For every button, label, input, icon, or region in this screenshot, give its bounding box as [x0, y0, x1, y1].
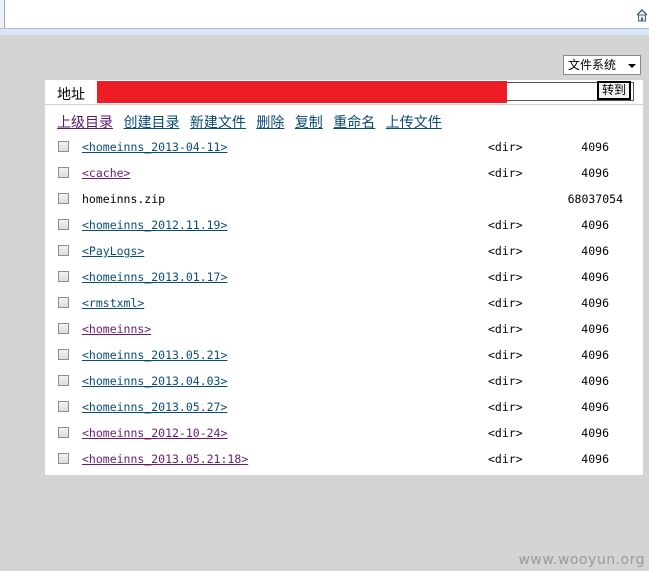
table-row: <homeinns_2013.05.21:18> <dir> 4096 — [45, 449, 643, 469]
filesystem-select-value: 文件系统 — [568, 58, 617, 72]
folder-link[interactable]: <homeinns_2013-04-11> — [82, 140, 227, 154]
table-row: <homeinns_2013.01.17> <dir> 4096 — [45, 267, 643, 287]
action-links: 上级目录 创建目录 新建文件 删除 复制 重命名 上传文件 — [57, 112, 448, 132]
file-size: 4096 — [581, 452, 609, 466]
row-checkbox[interactable] — [58, 401, 69, 412]
file-type: <dir> — [488, 270, 523, 284]
folder-link[interactable]: <homeinns_2012.11.19> — [82, 218, 227, 232]
row-checkbox[interactable] — [58, 453, 69, 464]
file-size: 4096 — [581, 348, 609, 362]
file-type: <dir> — [488, 374, 523, 388]
row-checkbox[interactable] — [58, 271, 69, 282]
folder-link[interactable]: <rmstxml> — [82, 296, 144, 310]
browser-tab-edge[interactable] — [0, 0, 5, 28]
rename-link[interactable]: 重命名 — [333, 115, 375, 131]
file-size: 4096 — [581, 400, 609, 414]
browser-toolbar — [0, 0, 649, 35]
file-type: <dir> — [488, 140, 523, 154]
table-row: <homeinns_2013.05.27> <dir> 4096 — [45, 397, 643, 417]
table-row: <homeinns_2013.04.03> <dir> 4096 — [45, 371, 643, 391]
table-row: <homeinns_2012-10-24> <dir> 4096 — [45, 423, 643, 443]
delete-link[interactable]: 删除 — [256, 115, 284, 131]
row-checkbox[interactable] — [58, 375, 69, 386]
row-checkbox[interactable] — [58, 297, 69, 308]
file-type: <dir> — [488, 348, 523, 362]
row-checkbox[interactable] — [58, 141, 69, 152]
go-button[interactable]: 转到 — [597, 81, 631, 100]
file-size: 4096 — [581, 244, 609, 258]
file-type: <dir> — [488, 166, 523, 180]
file-type: <dir> — [488, 452, 523, 466]
folder-link[interactable]: <cache> — [82, 166, 130, 180]
table-row: <cache> <dir> 4096 — [45, 163, 643, 183]
file-type: <dir> — [488, 322, 523, 336]
table-row: <rmstxml> <dir> 4096 — [45, 293, 643, 313]
table-row: <homeinns_2013.05.21> <dir> 4096 — [45, 345, 643, 365]
redaction-block — [97, 81, 507, 103]
parent-directory-link[interactable]: 上级目录 — [57, 115, 113, 131]
new-file-link[interactable]: 新建文件 — [190, 115, 246, 131]
address-bar: 地址 转到 — [45, 80, 643, 105]
folder-link[interactable]: <homeinns_2012-10-24> — [82, 426, 227, 440]
table-row: <homeinns_2013-04-11> <dir> 4096 — [45, 137, 643, 157]
file-size: 4096 — [581, 166, 609, 180]
table-row: <PayLogs> <dir> 4096 — [45, 241, 643, 261]
upload-file-link[interactable]: 上传文件 — [386, 115, 442, 131]
file-name: homeinns.zip — [82, 192, 166, 206]
folder-link[interactable]: <homeinns_2013.05.21> — [82, 348, 227, 362]
file-size: 4096 — [581, 140, 609, 154]
folder-link[interactable]: <homeinns_2013.04.03> — [82, 374, 227, 388]
folder-link[interactable]: <homeinns_2013.05.27> — [82, 400, 227, 414]
row-checkbox[interactable] — [58, 323, 69, 334]
file-type: <dir> — [488, 218, 523, 232]
row-checkbox[interactable] — [58, 427, 69, 438]
file-size: 4096 — [581, 218, 609, 232]
table-row: <homeinns_2012.11.19> <dir> 4096 — [45, 215, 643, 235]
file-type: <dir> — [488, 296, 523, 310]
folder-link[interactable]: <homeinns> — [82, 322, 151, 336]
row-checkbox[interactable] — [58, 167, 69, 178]
file-size: 4096 — [581, 374, 609, 388]
chevron-down-icon — [628, 64, 636, 68]
file-manager-panel: 地址 转到 上级目录 创建目录 新建文件 删除 复制 重命名 上传文件 <hom… — [45, 80, 643, 475]
copy-link[interactable]: 复制 — [295, 115, 323, 131]
folder-link[interactable]: <homeinns_2013.05.21:18> — [82, 452, 248, 466]
filesystem-select[interactable]: 文件系统 — [563, 55, 641, 75]
row-checkbox[interactable] — [58, 193, 69, 204]
row-checkbox[interactable] — [58, 245, 69, 256]
home-icon[interactable] — [636, 8, 648, 22]
file-size: 4096 — [581, 270, 609, 284]
file-type: <dir> — [488, 400, 523, 414]
create-directory-link[interactable]: 创建目录 — [123, 115, 179, 131]
table-row: <homeinns> <dir> 4096 — [45, 319, 643, 339]
table-row: homeinns.zip 68037054 — [45, 189, 643, 209]
file-size: 68037054 — [567, 192, 623, 206]
file-size: 4096 — [581, 322, 609, 336]
folder-link[interactable]: <homeinns_2013.01.17> — [82, 270, 227, 284]
file-type: <dir> — [488, 244, 523, 258]
address-label: 地址 — [57, 87, 85, 103]
row-checkbox[interactable] — [58, 349, 69, 360]
watermark: www.wooyun.org — [518, 552, 645, 568]
folder-link[interactable]: <PayLogs> — [82, 244, 144, 258]
row-checkbox[interactable] — [58, 219, 69, 230]
file-type: <dir> — [488, 426, 523, 440]
file-size: 4096 — [581, 426, 609, 440]
file-size: 4096 — [581, 296, 609, 310]
tab-strip — [0, 28, 649, 35]
